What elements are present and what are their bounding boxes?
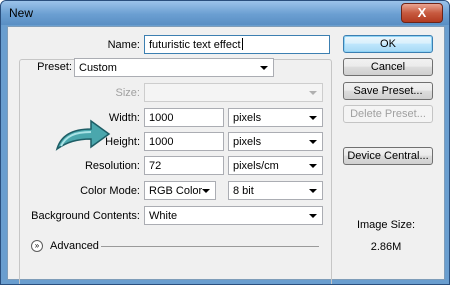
resolution-label: Resolution:: [84, 160, 140, 172]
preset-select[interactable]: Custom: [74, 58, 274, 77]
resolution-input[interactable]: 72: [144, 156, 224, 175]
background-contents-value: White: [149, 210, 178, 222]
height-unit-value: pixels: [233, 136, 262, 148]
width-value: 1000: [149, 112, 174, 124]
chevron-down-icon: [309, 189, 317, 193]
cancel-button[interactable]: Cancel: [343, 58, 433, 76]
delete-preset-button: Delete Preset...: [343, 105, 433, 123]
close-button[interactable]: X: [401, 3, 443, 23]
image-size-label: Image Size:: [356, 219, 416, 231]
title-bar[interactable]: New X: [1, 1, 449, 25]
new-document-dialog: New X Name: futuristic text effect Prese…: [0, 0, 450, 285]
height-value: 1000: [149, 136, 174, 148]
device-central-button[interactable]: Device Central...: [343, 147, 433, 165]
ok-button[interactable]: OK: [343, 35, 433, 53]
advanced-toggle[interactable]: Advanced: [50, 240, 99, 252]
size-label: Size:: [115, 87, 140, 99]
chevron-down-icon: [202, 189, 210, 193]
annotation-arrow-icon: [55, 119, 111, 151]
preset-label: Preset:: [26, 61, 74, 73]
resolution-unit-value: pixels/cm: [233, 160, 279, 172]
chevron-down-icon: [309, 214, 317, 218]
name-field[interactable]: futuristic text effect: [144, 35, 330, 54]
name-label: Name:: [107, 39, 140, 51]
bit-depth-value: 8 bit: [233, 185, 254, 197]
size-select: [144, 83, 323, 102]
color-mode-select[interactable]: RGB Color: [144, 181, 216, 200]
width-unit-value: pixels: [233, 112, 262, 124]
image-size-value: 2.86M: [370, 241, 402, 253]
dialog-title: New: [9, 6, 34, 20]
chevron-double-down-icon[interactable]: »: [31, 240, 43, 252]
preset-value: Custom: [79, 62, 117, 74]
height-unit-select[interactable]: pixels: [228, 132, 323, 151]
bit-depth-select[interactable]: 8 bit: [228, 181, 323, 200]
color-mode-value: RGB Color: [149, 185, 203, 197]
height-input[interactable]: 1000: [144, 132, 224, 151]
background-contents-label: Background Contents:: [31, 210, 140, 222]
chevron-down-icon: [260, 66, 268, 70]
save-preset-button[interactable]: Save Preset...: [343, 82, 433, 100]
text-caret: [241, 38, 243, 50]
dialog-body: Name: futuristic text effect Preset: Cus…: [7, 26, 445, 284]
background-contents-select[interactable]: White: [144, 206, 323, 225]
chevron-down-icon: [309, 164, 317, 168]
resolution-value: 72: [149, 160, 162, 172]
width-unit-select[interactable]: pixels: [228, 108, 323, 127]
width-input[interactable]: 1000: [144, 108, 224, 127]
chevron-down-icon: [309, 116, 317, 120]
chevron-down-icon: [309, 91, 317, 95]
color-mode-label: Color Mode:: [80, 185, 140, 197]
chevron-down-icon: [309, 140, 317, 144]
name-value: futuristic text effect: [149, 39, 241, 51]
advanced-divider: [101, 246, 319, 247]
resolution-unit-select[interactable]: pixels/cm: [228, 156, 323, 175]
